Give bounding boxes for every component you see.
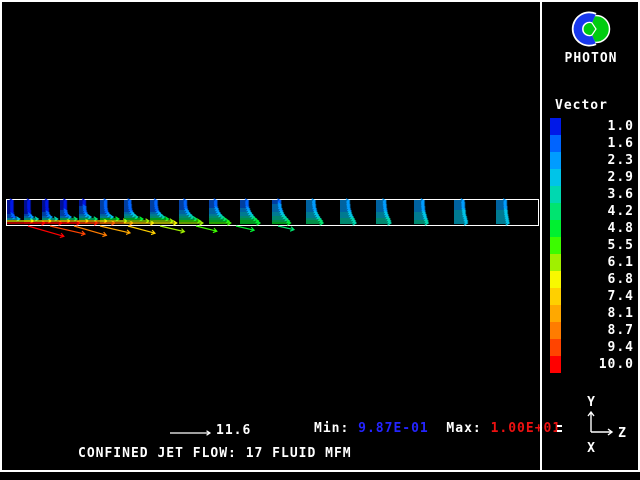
legend-value: 8.1 — [561, 306, 638, 321]
legend-swatch — [550, 288, 561, 305]
legend-entry: 3.6 — [550, 186, 638, 203]
legend-entry: 6.8 — [550, 271, 638, 288]
legend-swatch — [550, 186, 561, 203]
reference-arrow — [170, 431, 210, 436]
legend-value: 5.5 — [561, 238, 638, 253]
legend-entry: 8.7 — [550, 322, 638, 339]
plot-area: 11.6 Min: 9.87E-01 Max: 1.00E+01 CONFINE… — [2, 2, 540, 470]
legend-value: 8.7 — [561, 323, 638, 338]
legend-entry: 2.3 — [550, 152, 638, 169]
legend-value: 2.3 — [561, 153, 638, 168]
legend-value: 6.1 — [561, 255, 638, 270]
reference-arrow-label: 11.6 — [216, 423, 251, 438]
legend-swatch — [550, 237, 561, 254]
vector-arrow — [277, 224, 294, 232]
plot-title: CONFINED JET FLOW: 17 FLUID MFM — [78, 446, 352, 461]
legend-swatch — [550, 118, 561, 135]
legend-value: 1.6 — [561, 136, 638, 151]
max-label: Max: — [446, 421, 481, 436]
photon-window: 11.6 Min: 9.87E-01 Max: 1.00E+01 CONFINE… — [0, 0, 640, 472]
legend-entry: 1.0 — [550, 118, 638, 135]
legend-value: 7.4 — [561, 289, 638, 304]
legend-swatch — [550, 305, 561, 322]
legend-value: 10.0 — [561, 357, 638, 372]
axis-label-x: X — [587, 441, 595, 456]
legend-entry: 10.0 — [550, 356, 638, 373]
legend-entry: 7.4 — [550, 288, 638, 305]
legend-swatch — [550, 169, 561, 186]
legend-swatch — [550, 322, 561, 339]
min-value: 9.87E-01 — [358, 421, 429, 436]
axis-x-dash — [557, 430, 562, 432]
legend-swatch — [550, 203, 561, 220]
color-legend: 1.0 1.6 2.3 2.9 3.6 4.2 4.8 5.5 6.1 6.8 7.4 8.1 8.7 9… — [550, 118, 638, 373]
legend-entry: 5.5 — [550, 237, 638, 254]
vector-plot-canvas — [2, 2, 540, 470]
axis-label-z: Z — [618, 426, 626, 441]
legend-swatch — [550, 339, 561, 356]
legend-title: Vector — [555, 98, 608, 113]
legend-value: 4.2 — [561, 204, 638, 219]
sidebar: PHOTON Vector 1.0 1.6 2.3 2.9 3.6 4.2 4.8 5.5 6.… — [540, 2, 640, 470]
minmax-readout: Min: 9.87E-01 Max: 1.00E+01 — [314, 421, 561, 436]
legend-swatch — [550, 356, 561, 373]
legend-value: 6.8 — [561, 272, 638, 287]
legend-entry: 6.1 — [550, 254, 638, 271]
legend-entry: 2.9 — [550, 169, 638, 186]
legend-entry: 4.2 — [550, 203, 638, 220]
min-label: Min: — [314, 421, 349, 436]
legend-swatch — [550, 220, 561, 237]
vector-field — [7, 199, 509, 239]
legend-entry: 4.8 — [550, 220, 638, 237]
axes-triad: Y Z X — [542, 394, 640, 460]
legend-swatch — [550, 271, 561, 288]
photon-logo-icon — [568, 8, 614, 52]
legend-value: 4.8 — [561, 221, 638, 236]
legend-entry: 8.1 — [550, 305, 638, 322]
legend-entry: 1.6 — [550, 135, 638, 152]
legend-swatch — [550, 254, 561, 271]
legend-entry: 9.4 — [550, 339, 638, 356]
legend-value: 2.9 — [561, 170, 638, 185]
axis-x-dash — [557, 425, 562, 427]
legend-value: 9.4 — [561, 340, 638, 355]
app-name: PHOTON — [542, 51, 640, 66]
legend-value: 1.0 — [561, 119, 638, 134]
axis-label-y: Y — [587, 395, 595, 410]
legend-swatch — [550, 152, 561, 169]
legend-value: 3.6 — [561, 187, 638, 202]
legend-swatch — [550, 135, 561, 152]
